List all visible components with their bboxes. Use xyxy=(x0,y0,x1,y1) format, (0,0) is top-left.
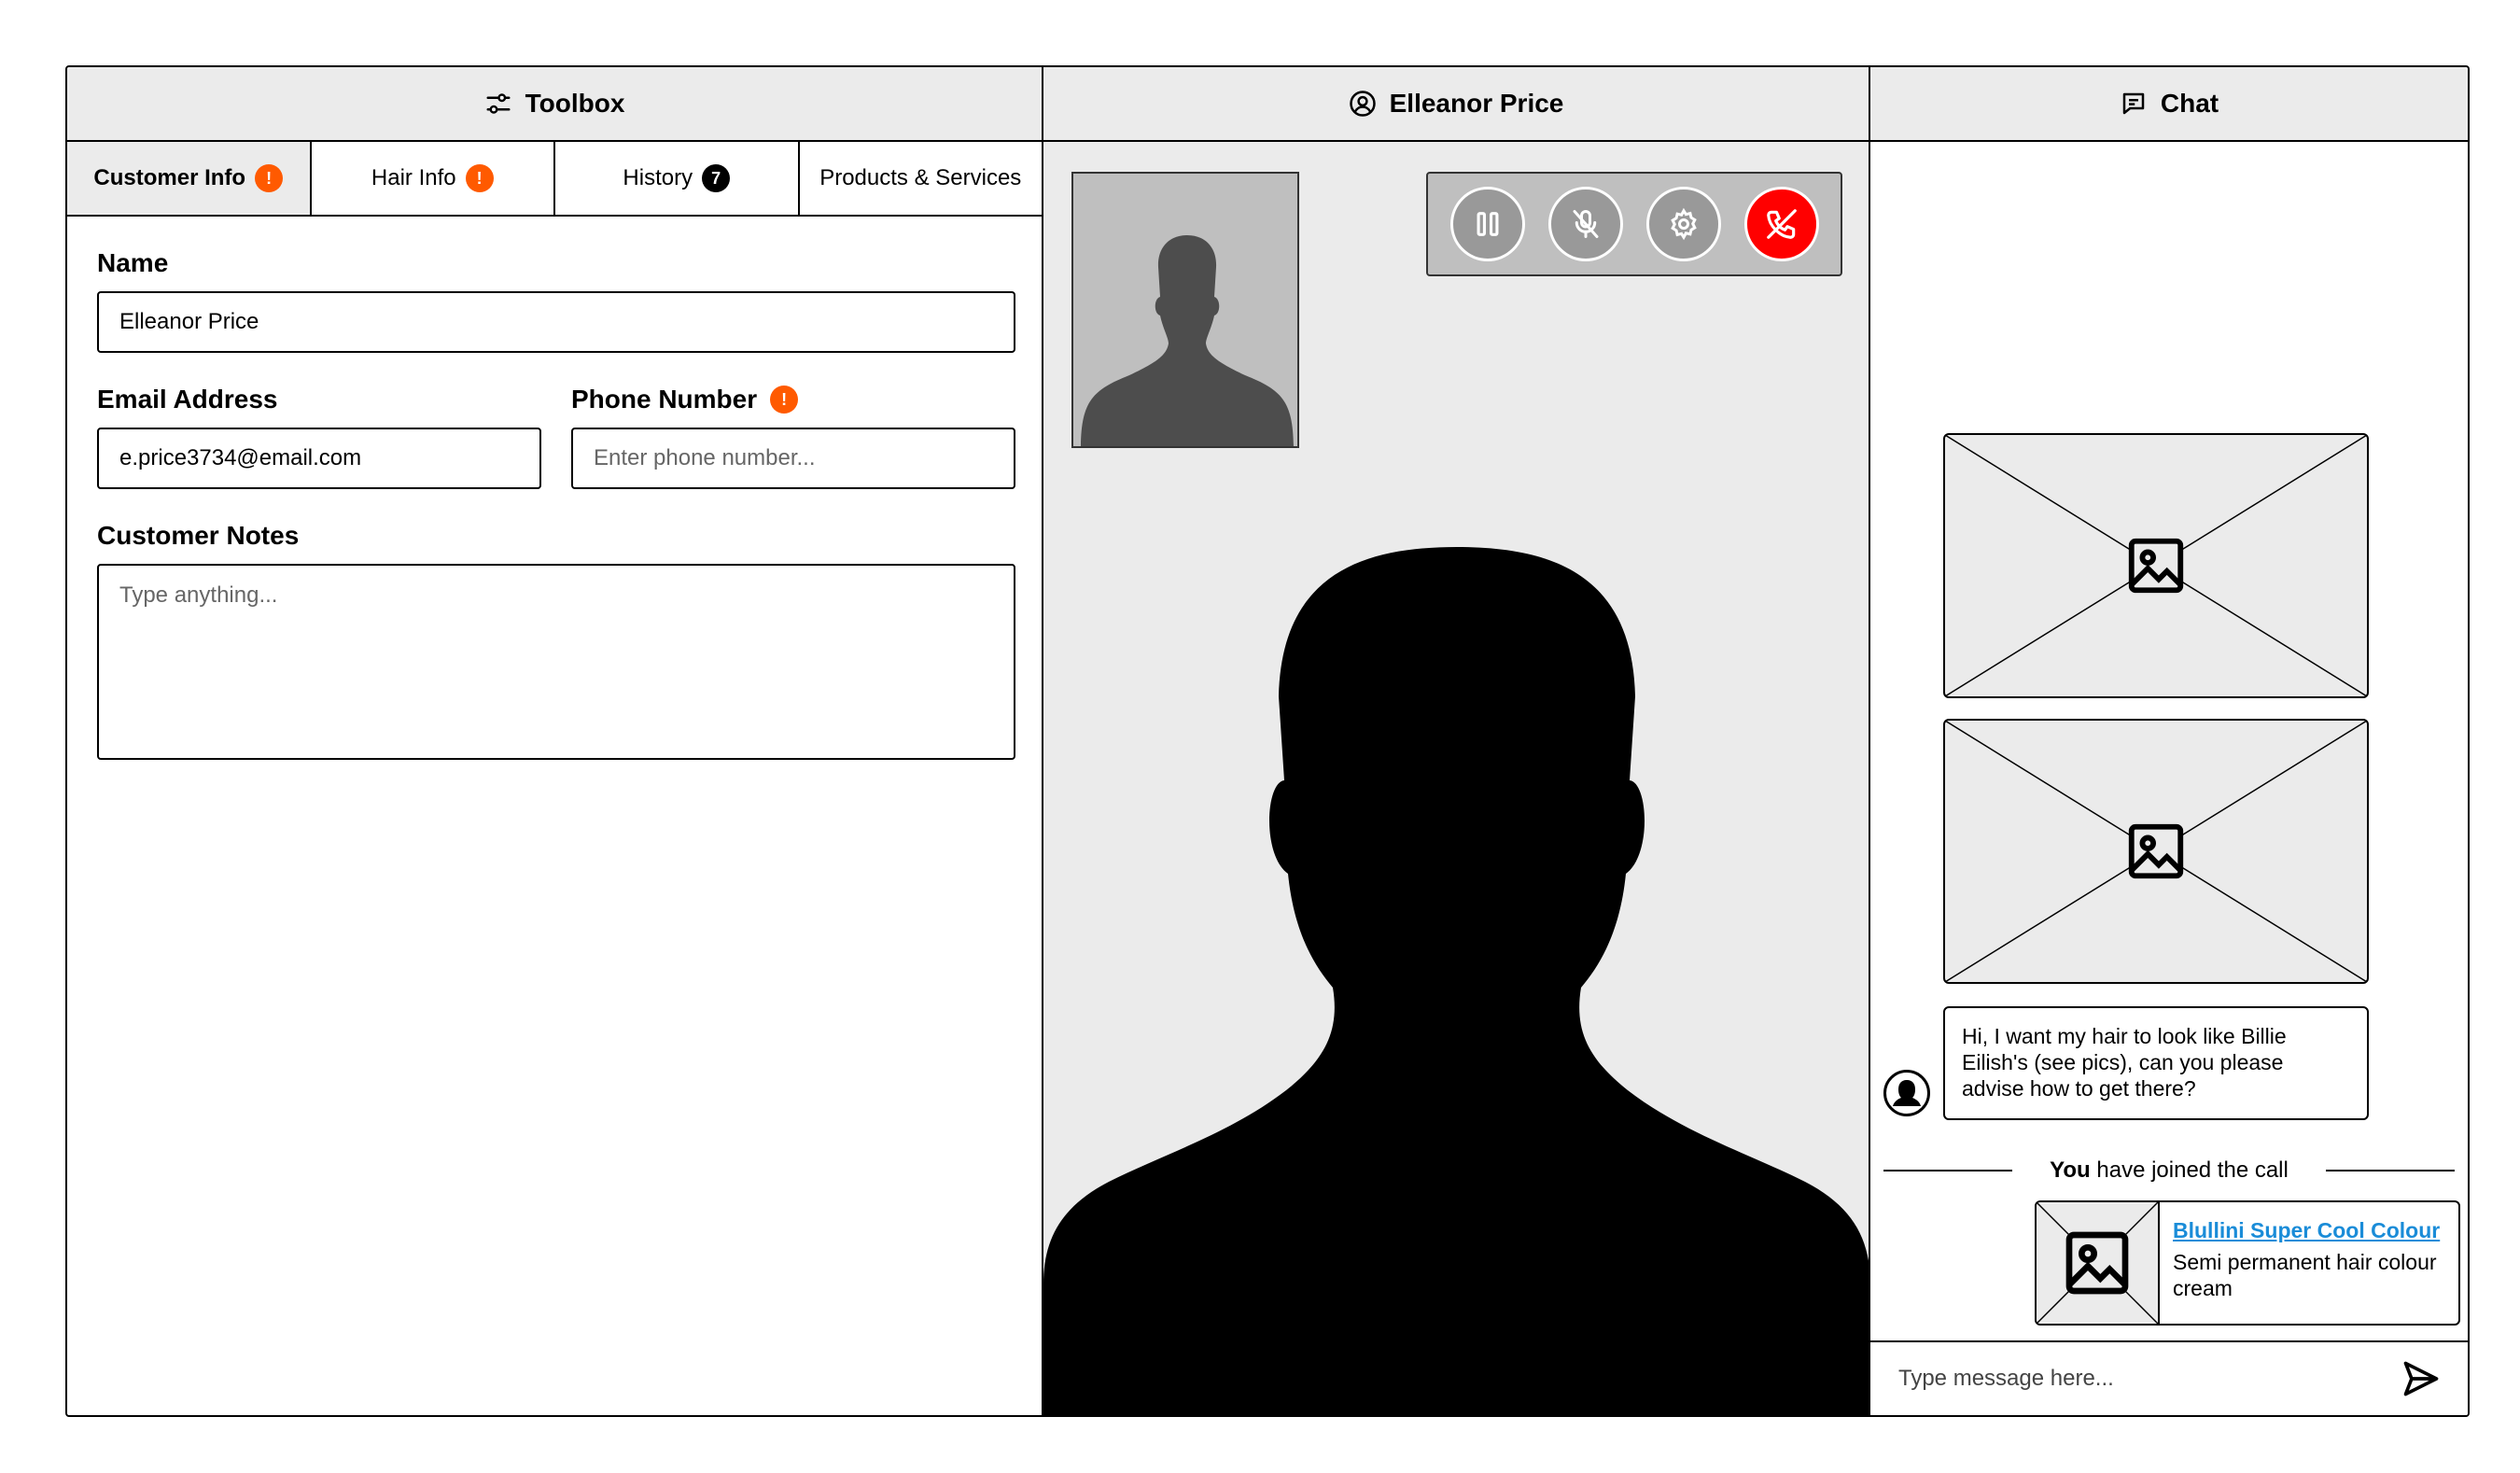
warning-badge: ! xyxy=(465,164,494,192)
phone-label: Phone Number ! xyxy=(571,385,799,414)
phone-label-text: Phone Number xyxy=(571,385,758,414)
email-label-text: Email Address xyxy=(97,385,278,414)
name-input[interactable] xyxy=(97,291,1015,353)
tab-customer-info[interactable]: Customer Info ! xyxy=(67,142,312,215)
person-silhouette-icon xyxy=(1043,547,1869,1415)
toolbox-panel: Toolbox Customer Info ! Hair Info ! Hist… xyxy=(67,67,1043,1415)
product-description: Semi permanent hair colour cream xyxy=(2173,1250,2437,1300)
product-thumbnail xyxy=(2037,1202,2160,1324)
system-join-notice: You have joined the call xyxy=(1883,1152,2456,1189)
divider xyxy=(1883,1170,2013,1171)
product-link[interactable]: Blullini Super Cool Colour xyxy=(2173,1217,2445,1243)
join-text: You have joined the call xyxy=(2050,1157,2289,1184)
mic-off-icon xyxy=(1573,210,1598,238)
name-label: Name xyxy=(97,248,168,278)
send-icon xyxy=(2403,1361,2439,1396)
pause-button[interactable] xyxy=(1449,187,1525,261)
image-message[interactable] xyxy=(1943,433,2369,698)
notes-label: Customer Notes xyxy=(97,521,299,551)
toolbox-title: Toolbox xyxy=(525,89,625,118)
tab-hair-info[interactable]: Hair Info ! xyxy=(311,142,555,215)
notes-label-text: Customer Notes xyxy=(97,521,300,550)
end-call-button[interactable] xyxy=(1743,187,1819,261)
chat-panel: Chat Hi, I want my hair to look like Bil… xyxy=(1870,67,2468,1415)
email-input[interactable] xyxy=(97,428,541,489)
mute-button[interactable] xyxy=(1547,187,1623,261)
image-icon xyxy=(2065,1231,2129,1295)
message-composer xyxy=(1870,1340,2468,1415)
video-panel: Elleanor Price xyxy=(1043,67,1870,1415)
settings-button[interactable] xyxy=(1645,187,1721,261)
chat-title: Chat xyxy=(2160,89,2219,118)
image-icon xyxy=(2128,538,2184,594)
send-button[interactable] xyxy=(2401,1358,2442,1399)
notes-textarea[interactable] xyxy=(97,564,1015,760)
email-label: Email Address xyxy=(97,385,277,414)
toolbox-tabs: Customer Info ! Hair Info ! History 7 Pr… xyxy=(67,142,1042,217)
tab-label: Hair Info xyxy=(371,165,456,190)
call-controls xyxy=(1426,172,1842,276)
product-card[interactable]: Blullini Super Cool Colour Semi permanen… xyxy=(2035,1200,2460,1326)
user-circle-icon xyxy=(1349,91,1376,117)
sliders-icon xyxy=(486,93,511,114)
warning-badge: ! xyxy=(255,164,284,192)
caller-name: Elleanor Price xyxy=(1389,89,1564,118)
app-window: Toolbox Customer Info ! Hair Info ! Hist… xyxy=(65,65,2470,1417)
tab-label: Customer Info xyxy=(93,165,246,190)
product-body: Blullini Super Cool Colour Semi permanen… xyxy=(2160,1202,2458,1324)
phone-input[interactable] xyxy=(571,428,1015,489)
join-rest: have joined the call xyxy=(2090,1157,2289,1183)
remote-video-feed xyxy=(1043,547,1869,1415)
toolbox-header: Toolbox xyxy=(67,67,1042,142)
image-icon xyxy=(2128,823,2184,879)
video-header: Elleanor Price xyxy=(1043,67,1869,142)
tab-products-services[interactable]: Products & Services xyxy=(799,142,1042,215)
tab-label: History xyxy=(623,165,693,190)
person-silhouette-icon xyxy=(1081,235,1294,446)
pause-icon xyxy=(1477,212,1498,236)
gear-icon xyxy=(1670,207,1697,241)
end-call-icon xyxy=(1766,209,1797,239)
count-badge: 7 xyxy=(702,164,731,192)
tab-label: Products & Services xyxy=(819,165,1022,190)
chat-icon xyxy=(2122,92,2145,115)
avatar xyxy=(1883,1070,1930,1116)
divider xyxy=(2325,1170,2456,1171)
self-video-feed xyxy=(1071,172,1299,448)
tab-history[interactable]: History 7 xyxy=(555,142,800,215)
join-you: You xyxy=(2050,1157,2091,1183)
name-label-text: Name xyxy=(97,248,169,277)
person-silhouette-icon xyxy=(1893,1080,1921,1106)
message-input[interactable] xyxy=(1898,1366,2401,1392)
image-message[interactable] xyxy=(1943,719,2369,984)
chat-header: Chat xyxy=(1870,67,2468,142)
customer-message: Hi, I want my hair to look like Billie E… xyxy=(1943,1006,2369,1120)
warning-badge: ! xyxy=(770,386,799,414)
